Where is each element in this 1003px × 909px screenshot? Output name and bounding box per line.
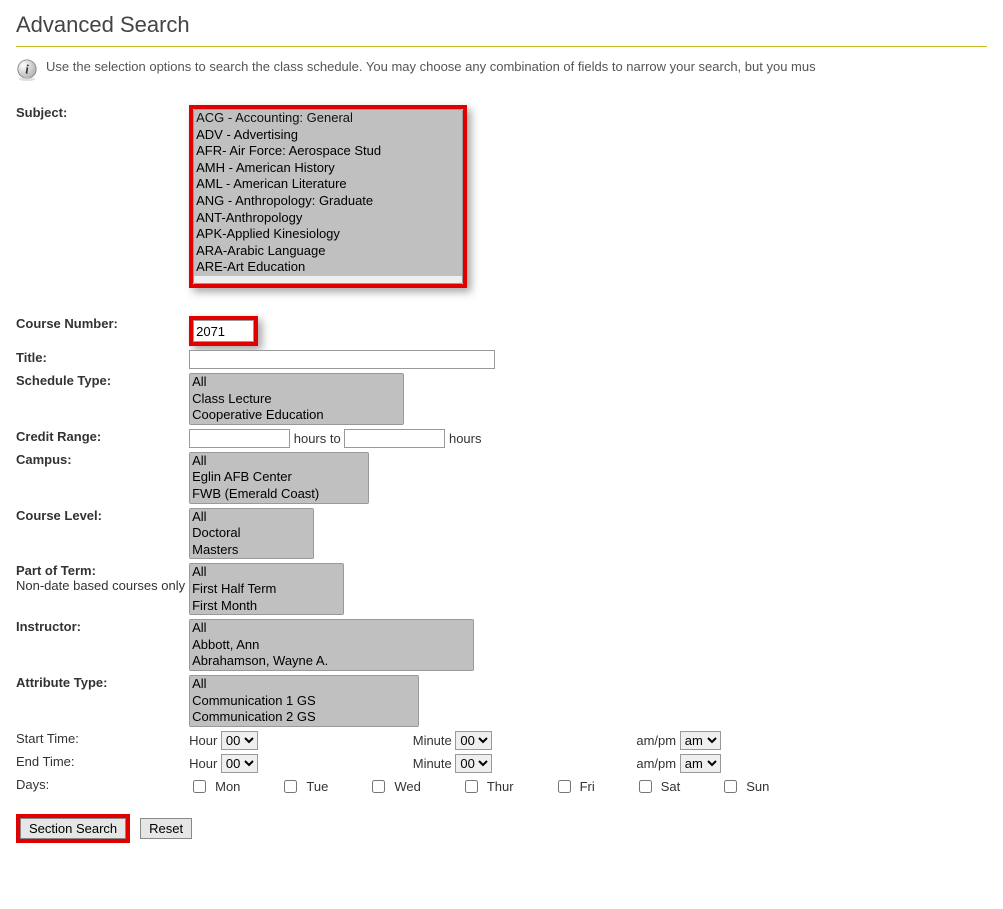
select-option[interactable]: APK-Applied Kinesiology [194,226,462,243]
day-option-sun[interactable]: Sun [720,777,769,796]
schedule-type-label: Schedule Type: [16,371,189,427]
part-of-term-label: Part of Term: [16,563,96,578]
day-option-fri[interactable]: Fri [554,777,595,796]
credit-range-label: Credit Range: [16,427,189,450]
select-option[interactable]: AML - American Literature [194,176,462,193]
hours-text: hours [449,431,482,446]
end-minute-select[interactable]: 00 [455,754,492,773]
attribute-type-select[interactable]: AllCommunication 1 GSCommunication 2 GS [189,675,419,727]
day-option-wed[interactable]: Wed [368,777,421,796]
day-option-tue[interactable]: Tue [280,777,328,796]
day-checkbox-sat[interactable] [639,780,652,793]
select-option[interactable]: AFR- Air Force: Aerospace Stud [194,143,462,160]
buttons-row: Section Search Reset [16,814,987,843]
course-number-label: Course Number: [16,314,189,348]
campus-label: Campus: [16,450,189,506]
part-of-term-select[interactable]: AllFirst Half TermFirst Month [189,563,344,615]
info-icon: i [16,59,38,81]
part-of-term-sublabel: Non-date based courses only [16,578,185,593]
title-label: Title: [16,348,189,371]
day-checkbox-tue[interactable] [284,780,297,793]
course-number-input[interactable] [193,320,254,342]
select-option[interactable]: Class Lecture [190,391,403,408]
select-option[interactable]: All [190,509,313,526]
start-minute-select[interactable]: 00 [455,731,492,750]
select-option[interactable]: Doctoral [190,525,313,542]
section-search-button[interactable]: Section Search [20,818,126,839]
select-option[interactable]: All [190,453,368,470]
select-option[interactable]: All [190,564,343,581]
course-level-label: Course Level: [16,506,189,562]
page-title: Advanced Search [16,12,987,38]
end-minute-label: Minute [413,756,452,771]
select-option[interactable]: All [190,676,418,693]
end-hour-select[interactable]: 00 [221,754,258,773]
day-label-text: Sun [746,779,769,794]
start-time-label: Start Time: [16,729,189,752]
start-hour-select[interactable]: 00 [221,731,258,750]
select-option[interactable]: FWB (Emerald Coast) [190,486,368,503]
end-ampm-select[interactable]: am [680,754,721,773]
instructor-label: Instructor: [16,617,189,673]
hours-to-text: hours to [294,431,341,446]
select-option[interactable]: First Month [190,598,343,615]
instructor-select[interactable]: AllAbbott, AnnAbrahamson, Wayne A. [189,619,474,671]
days-label: Days: [16,775,189,798]
day-checkbox-fri[interactable] [558,780,571,793]
day-label-text: Tue [306,779,328,794]
day-label-text: Thur [487,779,514,794]
end-ampm-label: am/pm [636,756,676,771]
schedule-type-select[interactable]: AllClass LectureCooperative Education [189,373,404,425]
credit-to-input[interactable] [344,429,445,448]
select-option[interactable]: ANT-Anthropology [194,210,462,227]
select-option[interactable]: All [190,374,403,391]
select-option[interactable]: ARA-Arabic Language [194,243,462,260]
day-checkbox-sun[interactable] [724,780,737,793]
start-hour-label: Hour [189,733,217,748]
campus-select[interactable]: AllEglin AFB CenterFWB (Emerald Coast) [189,452,369,504]
reset-button[interactable]: Reset [140,818,192,839]
start-ampm-label: am/pm [636,733,676,748]
days-row: Mon Tue Wed Thur Fri Sat Sun [189,777,769,796]
divider [16,46,987,47]
day-label-text: Fri [580,779,595,794]
select-option[interactable]: AMH - American History [194,160,462,177]
day-option-mon[interactable]: Mon [189,777,240,796]
day-label-text: Wed [394,779,421,794]
day-checkbox-thur[interactable] [465,780,478,793]
info-row: i Use the selection options to search th… [16,59,987,81]
start-ampm-select[interactable]: am [680,731,721,750]
day-label-text: Sat [661,779,681,794]
select-option[interactable]: First Half Term [190,581,343,598]
svg-text:i: i [25,63,29,77]
search-form: Subject: ACG - Accounting: GeneralADV - … [16,103,773,798]
select-option[interactable]: ACG - Accounting: General [194,110,462,127]
select-option[interactable]: Masters [190,542,313,559]
select-option[interactable]: ANG - Anthropology: Graduate [194,193,462,210]
credit-from-input[interactable] [189,429,290,448]
select-option[interactable]: All [190,620,473,637]
day-checkbox-mon[interactable] [193,780,206,793]
select-option[interactable]: Communication 1 GS [190,693,418,710]
day-label-text: Mon [215,779,240,794]
select-option[interactable]: ADV - Advertising [194,127,462,144]
day-option-thur[interactable]: Thur [461,777,514,796]
course-level-select[interactable]: AllDoctoralMasters [189,508,314,560]
end-time-label: End Time: [16,752,189,775]
select-option[interactable]: Abbott, Ann [190,637,473,654]
day-checkbox-wed[interactable] [372,780,385,793]
select-option[interactable]: Communication 2 GS [190,709,418,726]
day-option-sat[interactable]: Sat [635,777,681,796]
subject-label: Subject: [16,103,189,290]
select-option[interactable]: ARE-Art Education [194,259,462,276]
select-option[interactable]: Abrahamson, Wayne A. [190,653,473,670]
start-minute-label: Minute [413,733,452,748]
title-input[interactable] [189,350,495,369]
end-hour-label: Hour [189,756,217,771]
subject-select[interactable]: ACG - Accounting: GeneralADV - Advertisi… [193,109,463,284]
attribute-type-label: Attribute Type: [16,673,189,729]
info-text: Use the selection options to search the … [46,59,816,74]
select-option[interactable]: Eglin AFB Center [190,469,368,486]
select-option[interactable]: Cooperative Education [190,407,403,424]
